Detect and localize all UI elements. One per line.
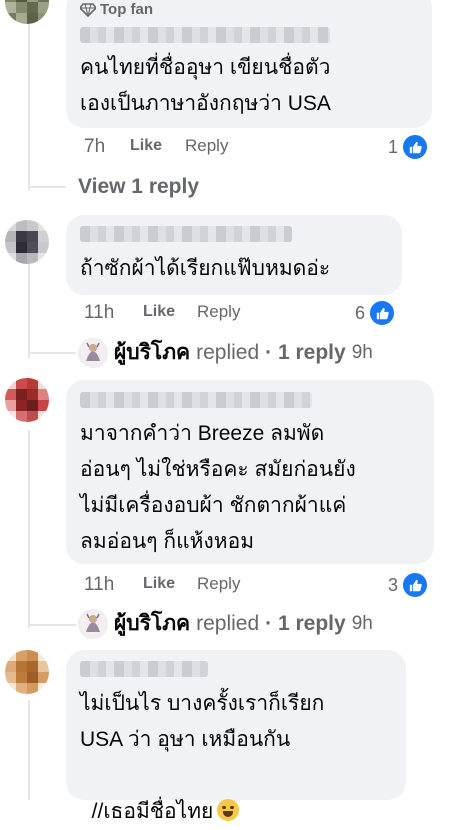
replied-label: replied xyxy=(196,340,260,364)
author-name[interactable] xyxy=(80,27,330,43)
replier-name: ผู้บริโภค xyxy=(114,341,191,364)
reaction-count[interactable]: 1 xyxy=(388,133,430,161)
author-name[interactable] xyxy=(80,226,292,242)
reply-time: 9h xyxy=(351,612,373,634)
comment-text-line: ถ้าซักผ้าได้เรียกแฟ๊บหมดอ่ะ xyxy=(80,257,331,280)
reply-button[interactable]: Reply xyxy=(197,574,240,594)
reaction-number: 6 xyxy=(355,302,366,323)
avatar[interactable] xyxy=(5,220,49,264)
comment-text-line: USA ว่า อุษา เหมือนกัน xyxy=(80,728,291,751)
replied-label: replied xyxy=(196,611,260,635)
reply-button[interactable]: Reply xyxy=(185,136,228,156)
thread-line xyxy=(28,0,30,190)
author-name[interactable] xyxy=(80,661,208,677)
reply-connector xyxy=(28,624,76,626)
like-button[interactable]: Like xyxy=(143,303,175,321)
badge-label: Top fan xyxy=(100,1,154,18)
replies-summary[interactable]: ผู้บริโภค replied · 1 reply 9h xyxy=(78,336,373,369)
comment-time[interactable]: 11h xyxy=(84,302,114,324)
page-avatar xyxy=(78,337,108,368)
reply-count: · 1 reply xyxy=(265,611,346,635)
thread-line xyxy=(28,430,30,628)
laughing-face-icon xyxy=(217,799,240,821)
comment-text-line: //เธอมีชื่อไทย xyxy=(80,758,240,830)
comment-time[interactable]: 7h xyxy=(84,136,105,158)
replies-summary[interactable]: ผู้บริโภค replied · 1 reply 9h xyxy=(78,607,373,640)
thread-line xyxy=(28,700,30,800)
comment-text-line: ไม่เป็นไร บางครั้งเราก็เรียก xyxy=(80,692,325,715)
comment-text: //เธอมีชื่อไทย xyxy=(91,800,214,823)
replier-name: ผู้บริโภค xyxy=(114,612,191,635)
avatar[interactable] xyxy=(5,650,49,694)
page-avatar xyxy=(78,608,108,639)
reply-time: 9h xyxy=(351,341,373,363)
comment-text-line: อ่อนๆ ไม่ใช่หรือคะ สมัยก่อนยัง xyxy=(80,458,356,481)
reply-count: · 1 reply xyxy=(265,340,346,364)
like-reaction-icon xyxy=(401,571,430,599)
comment-text-line: ลมอ่อนๆ ก็แห้งหอม xyxy=(80,530,255,553)
comment-text-line: ไม่มีเครื่องอบผ้า ชักตากผ้าแค่ xyxy=(80,494,347,517)
reply-connector xyxy=(28,352,76,354)
reply-connector xyxy=(28,186,66,188)
comment-text-line: มาจากคำว่า Breeze ลมพัด xyxy=(80,422,325,445)
avatar[interactable] xyxy=(5,0,49,24)
like-button[interactable]: Like xyxy=(143,575,175,593)
like-reaction-icon xyxy=(401,133,430,161)
comment-text-line: คนไทยที่ชื่ออุษา เขียนชื่อตัว xyxy=(80,56,331,79)
like-button[interactable]: Like xyxy=(130,137,162,155)
reaction-count[interactable]: 3 xyxy=(388,571,430,599)
thread-line xyxy=(28,258,30,358)
author-name[interactable] xyxy=(80,392,312,408)
diamond-icon xyxy=(80,2,96,17)
avatar[interactable] xyxy=(5,378,49,422)
reaction-count[interactable]: 6 xyxy=(355,299,397,327)
reply-button[interactable]: Reply xyxy=(197,302,240,322)
comment-text-line: เองเป็นภาษาอังกฤษว่า USA xyxy=(80,92,331,115)
view-replies-link[interactable]: View 1 reply xyxy=(78,175,199,199)
comment-time[interactable]: 11h xyxy=(84,574,114,596)
top-fan-badge: Top fan xyxy=(80,1,153,18)
reaction-number: 1 xyxy=(388,136,399,157)
reaction-number: 3 xyxy=(388,574,399,595)
like-reaction-icon xyxy=(368,299,397,327)
